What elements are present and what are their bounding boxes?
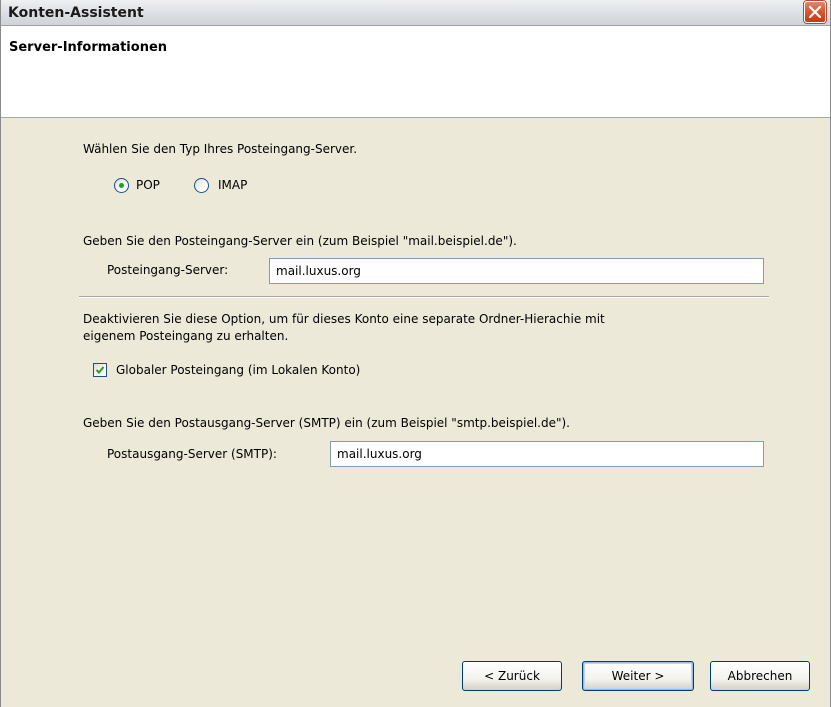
section-divider <box>79 296 769 298</box>
global-inbox-description-2: eigenem Posteingang zu erhalten. <box>83 329 289 343</box>
wizard-content: Wählen Sie den Typ Ihres Posteingang-Ser… <box>1 118 830 707</box>
outgoing-server-input[interactable]: mail.luxus.org <box>330 441 764 467</box>
window-title: Konten-Assistent <box>8 5 144 21</box>
global-inbox-checkbox[interactable] <box>93 363 107 377</box>
page-title: Server-Informationen <box>9 40 168 55</box>
radio-selected-dot <box>119 183 124 188</box>
server-type-prompt: Wählen Sie den Typ Ihres Posteingang-Ser… <box>83 142 358 156</box>
wizard-window: Konten-Assistent Server-Informationen Wä… <box>0 0 831 707</box>
incoming-server-input[interactable]: mail.luxus.org <box>269 258 764 284</box>
global-inbox-description-1: Deaktivieren Sie diese Option, um für di… <box>83 312 605 326</box>
close-icon[interactable] <box>804 1 826 23</box>
checkmark-icon <box>95 366 105 374</box>
radio-pop[interactable] <box>114 178 129 193</box>
outgoing-server-label: Postausgang-Server (SMTP): <box>107 447 277 461</box>
radio-imap-label[interactable]: IMAP <box>218 178 247 192</box>
radio-pop-label[interactable]: POP <box>136 178 160 192</box>
back-button[interactable]: < Zurück <box>462 661 562 691</box>
incoming-server-label: Posteingang-Server: <box>107 263 229 277</box>
radio-imap[interactable] <box>194 178 209 193</box>
incoming-server-prompt: Geben Sie den Posteingang-Server ein (zu… <box>83 234 517 248</box>
title-bar[interactable]: Konten-Assistent <box>1 0 830 26</box>
next-button[interactable]: Weiter > <box>582 661 694 691</box>
outgoing-server-prompt: Geben Sie den Postausgang-Server (SMTP) … <box>83 416 570 430</box>
global-inbox-label[interactable]: Globaler Posteingang (im Lokalen Konto) <box>116 363 360 377</box>
cancel-button[interactable]: Abbrechen <box>710 661 810 691</box>
